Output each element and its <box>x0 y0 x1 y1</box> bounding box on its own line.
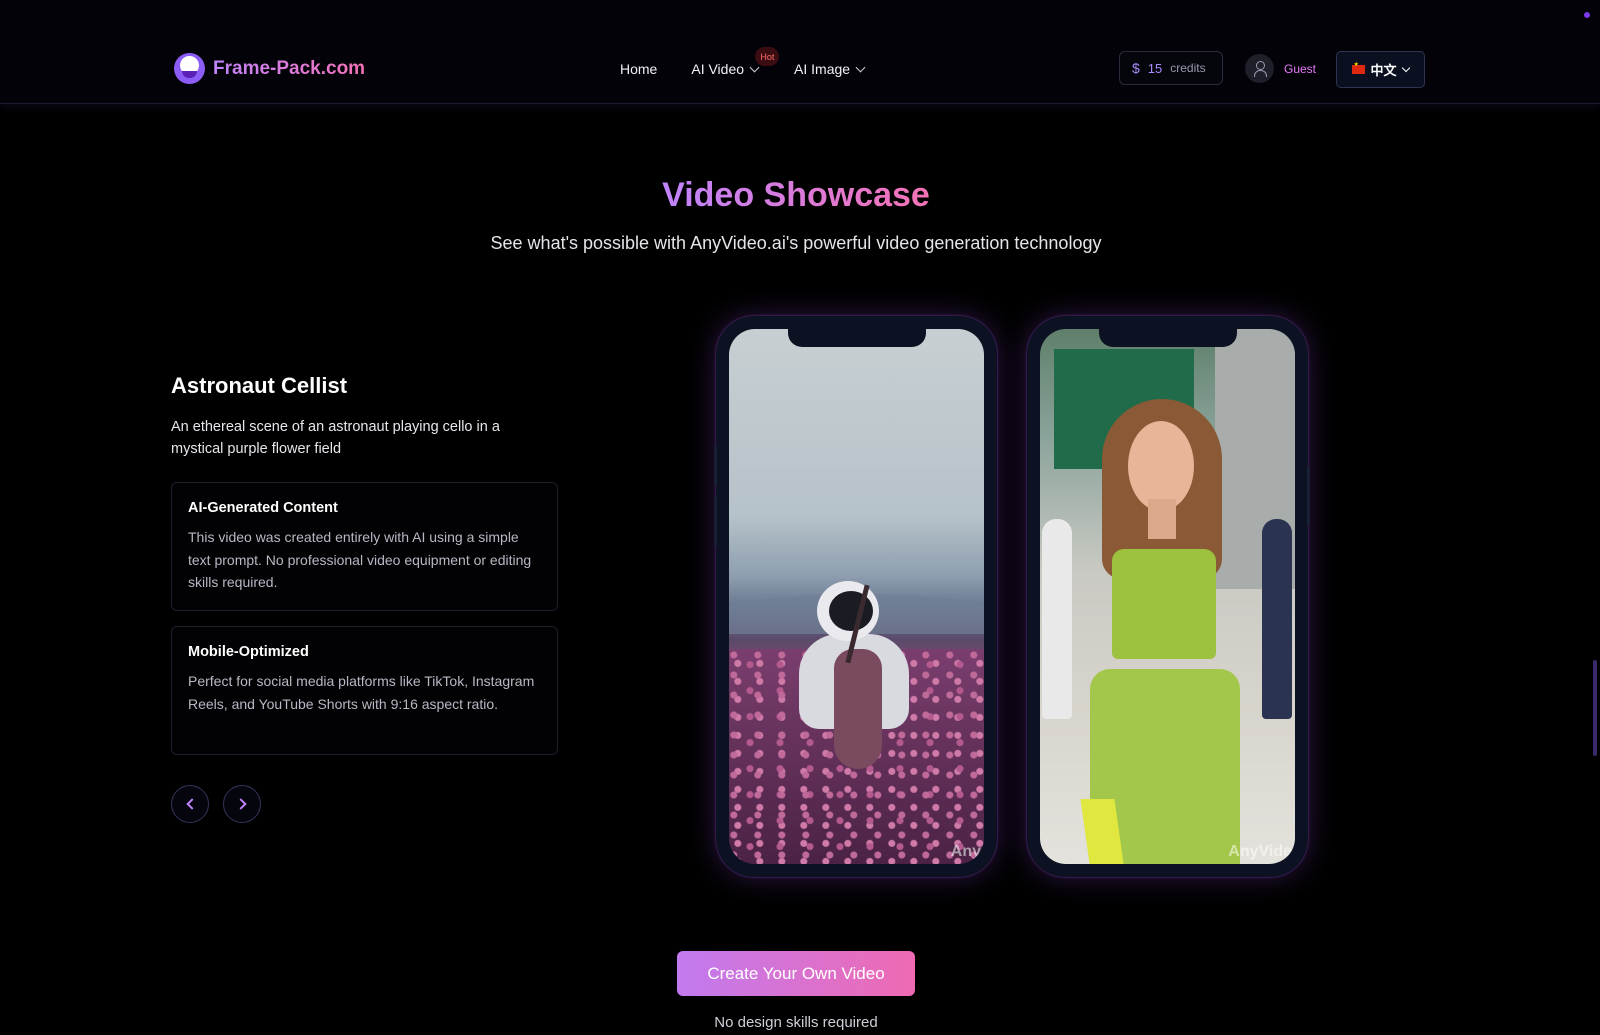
user-icon <box>1245 54 1274 83</box>
feature-card-text: This video was created entirely with AI … <box>188 529 532 590</box>
frog-logo-icon <box>174 53 205 84</box>
feature-card-mobile-optimized: Mobile-Optimized Perfect for social medi… <box>171 626 558 755</box>
brand-name[interactable]: Frame-Pack.com <box>213 58 365 80</box>
phone-mockup-walking-woman: AnyVide <box>1027 316 1310 877</box>
walking-woman-video <box>1040 329 1295 864</box>
chevron-left-icon <box>185 798 198 810</box>
credits-display[interactable]: $ 15 credits <box>1119 51 1223 85</box>
phone-side-button <box>714 446 717 486</box>
user-menu[interactable]: Guest <box>1245 54 1316 83</box>
dollar-icon: $ <box>1132 60 1140 76</box>
feature-card-ai-generated: AI-Generated Content This video was crea… <box>171 482 558 611</box>
nav-ai-image-dropdown[interactable]: AI Image <box>794 61 866 77</box>
video-watermark: AnyVide <box>1228 843 1292 860</box>
feature-card-title: Mobile-Optimized <box>188 644 309 660</box>
credits-value: 15 <box>1147 60 1163 76</box>
phone-notch <box>787 329 926 347</box>
create-video-button[interactable]: Create Your Own Video <box>677 951 915 996</box>
feature-card-title: AI-Generated Content <box>188 500 338 516</box>
video-player-woman[interactable]: AnyVide <box>1040 329 1295 864</box>
brand-logo[interactable]: Frame-Pack.com <box>174 53 365 84</box>
video-player-astronaut[interactable]: Any <box>729 329 984 864</box>
top-navbar: Frame-Pack.com Home AI Video Hot AI Imag… <box>0 0 1600 104</box>
scrollbar-thumb[interactable] <box>1593 660 1597 756</box>
nav-ai-image-label: AI Image <box>794 61 851 77</box>
video-description: An ethereal scene of an astronaut playin… <box>171 419 500 457</box>
language-label: 中文 <box>1370 63 1397 78</box>
user-name: Guest <box>1284 61 1317 76</box>
china-flag-icon <box>1352 61 1366 74</box>
phone-mockup-astronaut: Any <box>714 316 997 877</box>
nav-ai-video-dropdown[interactable]: AI Video Hot <box>691 47 780 77</box>
chevron-right-icon <box>234 798 247 810</box>
nav-ai-video-label: AI Video <box>691 61 745 77</box>
chevron-down-icon <box>855 62 866 73</box>
phone-side-button <box>714 496 717 546</box>
section-subtitle: See what's possible with AnyVideo.ai's p… <box>490 233 1102 253</box>
section-title: Video Showcase <box>662 176 930 214</box>
astronaut-cellist-video <box>729 329 984 864</box>
phone-side-button <box>1307 466 1310 526</box>
language-selector[interactable]: 中文 <box>1336 51 1425 88</box>
video-title: Astronaut Cellist <box>171 373 348 398</box>
nav-home-label: Home <box>620 61 658 77</box>
prev-video-button[interactable] <box>171 785 209 823</box>
main-nav: Home AI Video Hot AI Image <box>620 47 866 80</box>
feature-card-text: Perfect for social media platforms like … <box>188 673 535 712</box>
cta-note: No design skills required <box>714 1014 878 1031</box>
next-video-button[interactable] <box>223 785 261 823</box>
nav-home-link[interactable]: Home <box>620 61 657 77</box>
video-watermark: Any <box>950 843 981 860</box>
chevron-down-icon <box>1401 63 1410 73</box>
credits-label: credits <box>1170 61 1206 75</box>
hot-badge: Hot <box>755 47 780 66</box>
phone-notch <box>1098 329 1237 347</box>
status-dot <box>1584 12 1590 18</box>
